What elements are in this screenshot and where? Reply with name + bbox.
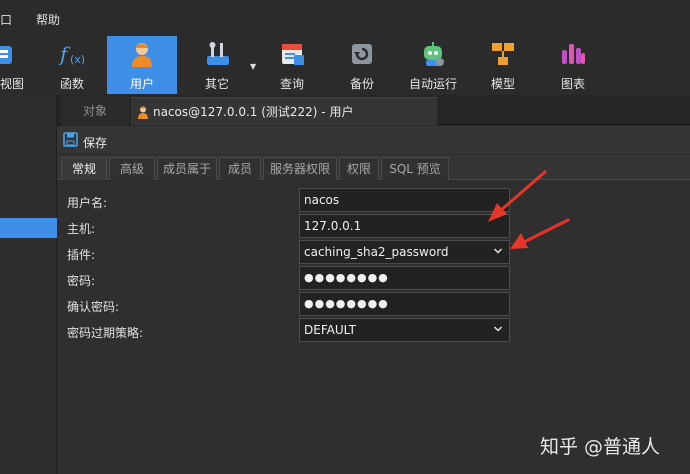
host-field[interactable]: 127.0.0.1 [299, 214, 510, 238]
toolbar: 视图 f (x) 函数 用户 其它 查询 备份 自动运行 模型 图表 ▼ [0, 36, 690, 94]
toolbar-user-button[interactable]: 用户 [107, 36, 177, 94]
toolbar-chart-label: 图表 [560, 77, 585, 91]
toolbar-other-button[interactable]: 其它 [182, 36, 252, 94]
navigation-selected-item[interactable] [0, 218, 57, 238]
toolbar-query-label: 查询 [279, 77, 304, 91]
toolbar-backup-label: 备份 [349, 77, 374, 91]
save-label: 保存 [83, 136, 108, 150]
password-expire-select[interactable]: DEFAULT [299, 318, 510, 342]
username-field[interactable]: nacos [299, 188, 510, 212]
toolbar-user-label: 用户 [129, 77, 154, 91]
toolbar-chart-button[interactable]: 图表 [538, 36, 608, 94]
chevron-down-icon [493, 248, 503, 254]
plugin-select[interactable]: caching_sha2_password [299, 240, 510, 264]
chevron-down-icon [493, 326, 503, 332]
password-expire-value: DEFAULT [304, 323, 356, 337]
plugin-select-value: caching_sha2_password [304, 245, 449, 259]
menu-item-help[interactable]: 帮助 [36, 11, 60, 28]
toolbar-autorun-button[interactable]: 自动运行 [398, 36, 468, 94]
editor-toolbar: 保存 [57, 126, 690, 154]
confirm-password-field[interactable]: ●●●●●●●● [299, 292, 510, 316]
tab-advanced[interactable]: 高级 [109, 157, 155, 180]
toolbar-model-button[interactable]: 模型 [468, 36, 538, 94]
tab-server-privileges[interactable]: 服务器权限 [263, 157, 337, 180]
password-field[interactable]: ●●●●●●●● [299, 266, 510, 290]
password-expire-label: 密码过期策略: [67, 326, 144, 340]
chart-icon [562, 44, 585, 64]
tab-general[interactable]: 常规 [61, 157, 107, 180]
toolbar-view-button[interactable]: 视图 [0, 36, 35, 94]
tab-objects[interactable]: 对象 [61, 97, 129, 125]
toolbar-autorun-label: 自动运行 [408, 77, 457, 91]
password-label: 密码: [67, 274, 96, 288]
tab-user-editor-title: nacos@127.0.0.1 (测试222) - 用户 [153, 105, 354, 119]
model-icon [492, 43, 514, 65]
tab-sql-preview[interactable]: SQL 预览 [381, 157, 449, 180]
robot-icon [424, 42, 444, 66]
document-tab-strip: 对象 nacos@127.0.0.1 (测试222) - 用户 [57, 95, 690, 125]
toolbar-backup-button[interactable]: 备份 [327, 36, 397, 94]
menu-item-partial[interactable]: 口 [0, 11, 12, 28]
query-icon [282, 44, 304, 65]
confirm-password-label: 确认密码: [67, 300, 120, 314]
toolbar-function-label: 函数 [59, 77, 84, 91]
tab-member-of[interactable]: 成员属于 [157, 157, 217, 180]
watermark: 知乎 @普通人 [540, 436, 661, 458]
user-icon [132, 43, 152, 67]
host-label: 主机: [67, 222, 96, 236]
backup-icon [352, 44, 372, 64]
editor-subtabs: 常规 高级 成员属于 成员 服务器权限 权限 SQL 预览 [57, 155, 690, 180]
tab-user-editor[interactable]: nacos@127.0.0.1 (测试222) - 用户 [131, 97, 437, 125]
app-window: 口 帮助 视图 f (x) 函数 用户 其它 查询 备份 自动运行 模型 图表 … [0, 0, 690, 474]
svg-text:(x): (x) [70, 53, 85, 66]
toolbar-query-button[interactable]: 查询 [257, 36, 327, 94]
tab-privileges[interactable]: 权限 [339, 157, 379, 180]
function-icon: f (x) [58, 42, 85, 66]
plugin-label: 插件: [67, 248, 96, 262]
username-label: 用户名: [67, 196, 108, 210]
view-icon [0, 46, 12, 64]
toolbar-function-button[interactable]: f (x) 函数 [37, 36, 107, 94]
toolbar-view-label: 视图 [0, 77, 24, 91]
tools-icon [207, 42, 229, 65]
menu-bar: 口 帮助 [0, 0, 690, 36]
navigation-pane[interactable] [0, 95, 57, 474]
user-icon [138, 106, 148, 119]
toolbar-model-label: 模型 [490, 77, 515, 91]
save-icon [63, 132, 78, 147]
tab-members[interactable]: 成员 [219, 157, 261, 180]
toolbar-other-label: 其它 [204, 77, 229, 91]
user-form: 用户名: nacos 主机: 127.0.0.1 插件: caching_sha… [57, 181, 690, 474]
toolbar-other-dropdown-icon[interactable]: ▼ [250, 62, 256, 71]
